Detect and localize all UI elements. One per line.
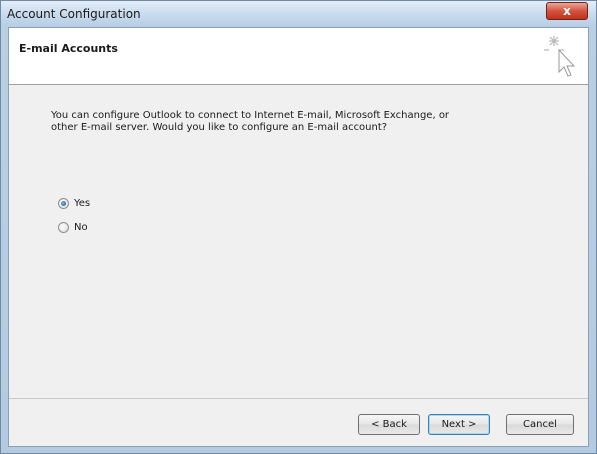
- dialog-content: E-mail Accounts You can configure Outloo…: [8, 27, 589, 447]
- intro-text: You can configure Outlook to connect to …: [51, 110, 450, 133]
- close-icon: x: [563, 4, 571, 18]
- sparkle-cursor-icon: [544, 36, 576, 77]
- next-button[interactable]: Next >: [428, 414, 490, 435]
- window-title: Account Configuration: [7, 7, 141, 21]
- page-title: E-mail Accounts: [19, 42, 118, 55]
- back-button[interactable]: < Back: [358, 414, 420, 435]
- yes-label: Yes: [74, 198, 91, 209]
- title-bar[interactable]: Account Configuration x: [1, 1, 596, 27]
- yes-radio-button[interactable]: [58, 198, 69, 209]
- dialog-window: Account Configuration x E-mail Accounts …: [0, 0, 597, 454]
- footer-divider: [9, 398, 588, 399]
- option-yes[interactable]: Yes: [58, 198, 90, 209]
- header-band: E-mail Accounts: [9, 28, 588, 85]
- option-no[interactable]: No: [58, 222, 88, 233]
- no-radio-button[interactable]: [58, 222, 69, 233]
- no-label: No: [74, 222, 88, 233]
- cancel-button[interactable]: Cancel: [506, 414, 574, 435]
- close-button[interactable]: x: [546, 2, 588, 20]
